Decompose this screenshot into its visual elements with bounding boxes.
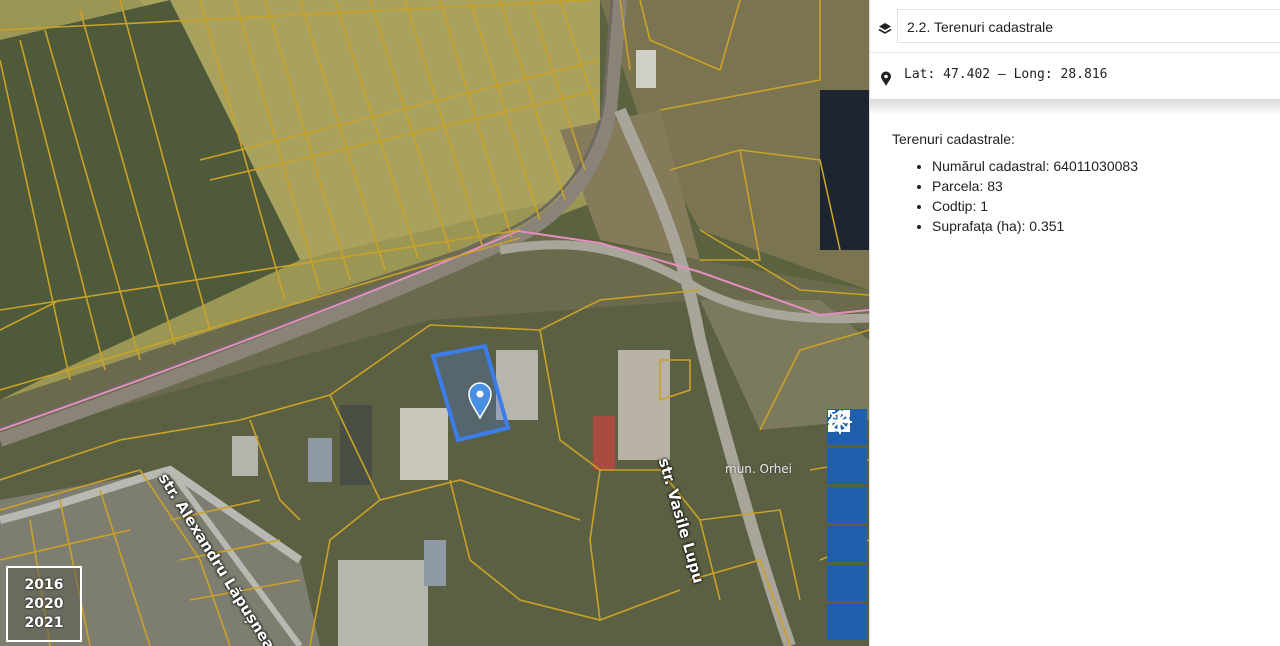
place-label-orhei: mun. Orhei <box>725 462 793 476</box>
feature-attributes-list: Numărul cadastral: 64011030083 Parcela: … <box>892 156 1138 236</box>
feature-info-title: Terenuri cadastrale: <box>892 131 1015 147</box>
map-toolbar <box>827 409 867 643</box>
attribute-parcel: Parcela: 83 <box>932 176 1138 196</box>
feature-info: Terenuri cadastrale: Numărul cadastral: … <box>892 130 1138 236</box>
divider-shadow <box>870 99 1280 115</box>
map-view[interactable]: str. Vasile Lupu str. Alexandru Lăpușnea… <box>0 0 869 646</box>
year-2021[interactable]: 2021 <box>25 614 64 633</box>
info-panel: 2.2. Terenuri cadastrale Lat: 47.402 – L… <box>869 0 1280 646</box>
map-pin-icon <box>881 71 891 86</box>
year-2016[interactable]: 2016 <box>25 576 64 595</box>
fit-extent-button[interactable] <box>827 410 867 562</box>
zoom-in-button[interactable] <box>827 411 867 484</box>
attribute-cadastral-number: Numărul cadastral: 64011030083 <box>932 156 1138 176</box>
more-icon <box>829 418 849 424</box>
attribute-codtip: Codtip: 1 <box>932 196 1138 216</box>
layer-select[interactable]: 2.2. Terenuri cadastrale <box>897 9 1280 43</box>
zoom-out-button[interactable] <box>827 419 867 523</box>
fullscreen-button[interactable] <box>827 410 867 601</box>
cadastral-parcels-layer <box>0 0 869 646</box>
attribute-area: Suprafața (ha): 0.351 <box>932 216 1138 236</box>
coordinates-readout: Lat: 47.402 – Long: 28.816 <box>904 67 1108 82</box>
more-button[interactable] <box>827 418 867 640</box>
year-2020[interactable]: 2020 <box>25 595 64 614</box>
timeline-selector[interactable]: 2016 2020 2021 <box>6 566 82 642</box>
layers-icon <box>878 23 892 34</box>
